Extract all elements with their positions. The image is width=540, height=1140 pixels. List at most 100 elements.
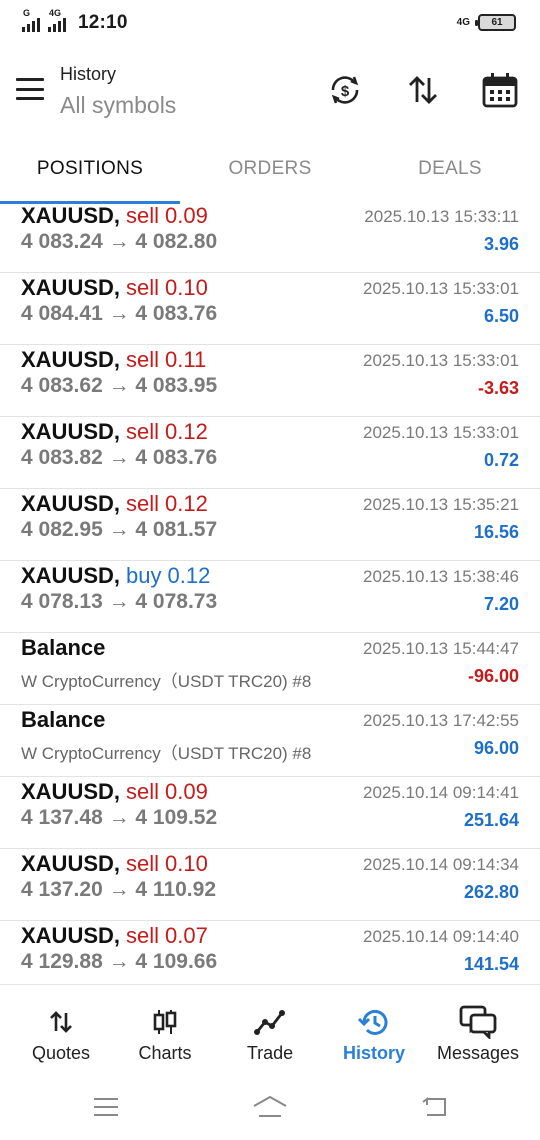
list-item[interactable]: XAUUSD, sell 0.11 4 083.62 → 4 083.95 2025.1… — [0, 345, 540, 417]
trade-volume: 0.10 — [165, 275, 208, 300]
battery-level: 61 — [491, 17, 503, 28]
profit-value: 16.56 — [473, 522, 519, 542]
profit-value: 0.72 — [483, 450, 519, 470]
timestamp: 2025.10.14 09:14:34 — [363, 855, 519, 874]
timestamp: 2025.10.14 09:14:41 — [363, 783, 519, 802]
profit-value: -96.00 — [467, 666, 519, 686]
profit-value: 3.96 — [483, 234, 519, 254]
list-item[interactable]: XAUUSD, buy 0.12 4 078.13 → 4 078.73 2025.10… — [0, 561, 540, 633]
nav-history-label: History — [342, 1043, 405, 1063]
symbol-label: XAUUSD, — [21, 419, 121, 444]
clock: 12:10 — [78, 12, 128, 33]
price-range: 4 137.20 → 4 110.92 — [21, 878, 216, 901]
list-item[interactable]: XAUUSD, sell 0.09 4 083.24 → 4 082.80 2025.1… — [0, 201, 540, 273]
symbol-label: XAUUSD, — [21, 779, 121, 804]
price-range: 4 084.41 → 4 083.76 — [21, 302, 218, 325]
profit-value: 6.50 — [483, 306, 519, 326]
nav-messages[interactable]: Messages — [424, 985, 532, 1069]
list-item[interactable]: Balance W CryptoCurrency（USDT TRC20) #8 20… — [0, 633, 540, 705]
list-item[interactable]: XAUUSD, sell 0.12 4 083.82 → 4 083.76 2025.1… — [0, 417, 540, 489]
position-title: XAUUSD, sell 0.10 — [21, 851, 208, 877]
position-title: XAUUSD, sell 0.11 — [21, 347, 206, 373]
symbol-label: XAUUSD, — [21, 275, 121, 300]
bottom-navigation: Quotes Charts Trade History Messages — [0, 984, 540, 1068]
timestamp: 2025.10.13 15:38:46 — [363, 567, 519, 586]
balance-comment: W CryptoCurrency（USDT TRC20) #8 — [21, 672, 312, 691]
sim1-label: G — [23, 8, 31, 18]
list-item[interactable]: XAUUSD, sell 0.09 4 137.48 → 4 109.52 2025.1… — [0, 777, 540, 849]
price-range: 4 129.88 → 4 109.66 — [21, 950, 218, 973]
trade-side: sell — [126, 419, 160, 444]
trade-side: sell — [126, 347, 160, 372]
symbol-label: Balance — [21, 707, 106, 732]
list-item[interactable]: XAUUSD, sell 0.10 4 084.41 → 4 083.76 2025.1… — [0, 273, 540, 345]
nav-quotes[interactable]: Quotes — [7, 985, 115, 1069]
trade-volume: 0.10 — [165, 851, 208, 876]
trade-volume: 0.09 — [165, 203, 208, 228]
history-tabs: POSITIONS ORDERS DEALS — [0, 140, 540, 204]
messages-icon — [424, 1005, 532, 1039]
positions-list: XAUUSD, sell 0.09 4 083.24 → 4 082.80 2025.1… — [0, 201, 540, 993]
profit-value: 251.64 — [463, 810, 519, 830]
position-title: XAUUSD, sell 0.09 — [21, 203, 208, 229]
nav-quotes-label: Quotes — [31, 1043, 91, 1063]
nav-charts-label: Charts — [138, 1043, 192, 1063]
profit-value: 7.20 — [483, 594, 519, 614]
profit-value: -3.63 — [477, 378, 519, 398]
calendar-icon[interactable] — [480, 70, 520, 110]
timestamp: 2025.10.13 15:33:01 — [363, 351, 519, 370]
position-title: XAUUSD, buy 0.12 — [21, 563, 210, 589]
symbol-label: Balance — [21, 635, 106, 660]
profit-value: 262.80 — [463, 882, 519, 902]
profit-value: 96.00 — [473, 738, 519, 758]
nav-trade-label: Trade — [246, 1043, 294, 1063]
trade-volume: 0.12 — [167, 563, 211, 588]
quotes-icon — [7, 1007, 115, 1037]
menu-icon[interactable] — [16, 78, 44, 100]
tab-orders[interactable]: ORDERS — [180, 158, 360, 180]
tab-deals[interactable]: DEALS — [360, 158, 540, 180]
signal-sim2-icon: 4G — [48, 8, 68, 32]
position-title: Balance — [21, 635, 105, 661]
status-left: G 4G 12:10 — [22, 8, 128, 34]
trade-side: buy — [126, 563, 162, 588]
nav-charts[interactable]: Charts — [111, 985, 219, 1069]
list-item[interactable]: XAUUSD, sell 0.12 4 082.95 → 4 081.57 2025.1… — [0, 489, 540, 561]
price-range: 4 137.48 → 4 109.52 — [21, 806, 218, 829]
position-title: XAUUSD, sell 0.12 — [21, 491, 208, 517]
trade-volume: 0.11 — [165, 347, 207, 372]
sim2-label: 4G — [49, 8, 62, 18]
symbol-label: XAUUSD, — [21, 491, 121, 516]
trade-side: sell — [126, 275, 160, 300]
recent-apps-icon[interactable] — [86, 1092, 126, 1122]
network-type: 4G — [456, 16, 470, 28]
trade-icon — [216, 1007, 324, 1037]
symbol-label: XAUUSD, — [21, 851, 121, 876]
list-item[interactable]: XAUUSD, sell 0.07 4 129.88 → 4 109.66 2025.1… — [0, 921, 540, 993]
symbol-label: XAUUSD, — [21, 923, 121, 948]
timestamp: 2025.10.13 15:35:21 — [363, 495, 519, 514]
price-range: 4 082.95 → 4 081.57 — [21, 518, 218, 541]
home-icon[interactable] — [250, 1092, 290, 1122]
nav-trade[interactable]: Trade — [216, 985, 324, 1069]
nav-history[interactable]: History — [320, 985, 428, 1069]
price-range: 4 078.13 → 4 078.73 — [21, 590, 218, 613]
currency-exchange-icon[interactable]: $ — [325, 70, 365, 110]
svg-text:$: $ — [341, 83, 350, 100]
sort-icon[interactable] — [403, 70, 443, 110]
position-title: XAUUSD, sell 0.10 — [21, 275, 208, 301]
symbol-filter[interactable]: All symbols — [60, 92, 176, 119]
timestamp: 2025.10.13 15:33:01 — [363, 423, 519, 442]
tab-positions[interactable]: POSITIONS — [0, 158, 180, 180]
app-header: History All symbols $ — [0, 56, 540, 126]
trade-side: sell — [126, 779, 160, 804]
list-item[interactable]: Balance W CryptoCurrency（USDT TRC20) #8 20… — [0, 705, 540, 777]
profit-value: 141.54 — [463, 954, 519, 974]
trade-volume: 0.12 — [165, 419, 208, 444]
symbol-label: XAUUSD, — [21, 563, 121, 588]
list-item[interactable]: XAUUSD, sell 0.10 4 137.20 → 4 110.92 2025.1… — [0, 849, 540, 921]
page-title: History — [60, 64, 117, 84]
position-title: Balance — [21, 707, 105, 733]
trade-side: sell — [126, 923, 160, 948]
back-icon[interactable] — [414, 1092, 454, 1122]
